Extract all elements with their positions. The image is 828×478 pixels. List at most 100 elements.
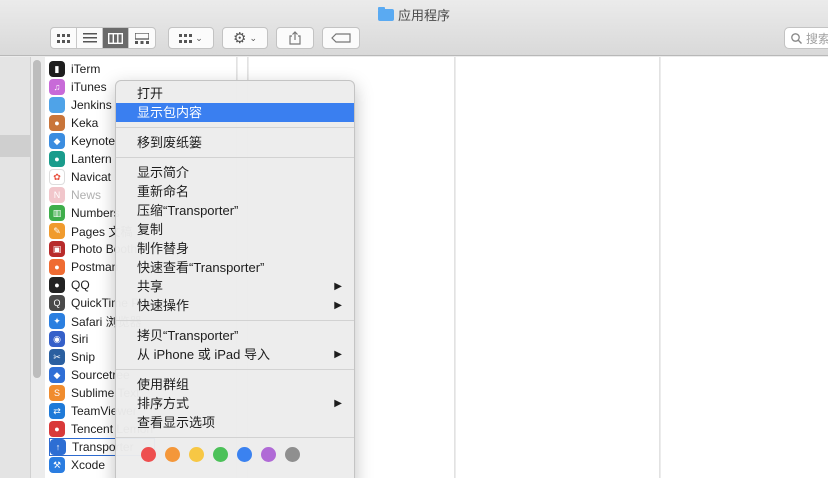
menu-item[interactable]: 重新命名 <box>116 182 354 201</box>
file-name: News <box>71 188 102 202</box>
grid-group-icon <box>179 33 193 43</box>
file-row[interactable]: Jenkins <box>49 96 112 114</box>
menu-item-label: 显示简介 <box>137 165 190 180</box>
app-icon: ◉ <box>49 331 65 347</box>
menu-item-label: 共享 <box>137 279 164 294</box>
menu-item[interactable]: 快速操作 ▶ <box>116 296 354 315</box>
menu-item[interactable]: 共享 ▶ <box>116 277 354 296</box>
tag-icon <box>331 33 351 43</box>
sidebar-selected-item[interactable] <box>0 135 30 157</box>
file-name: Siri <box>71 332 89 346</box>
menu-item-label: 排序方式 <box>137 396 190 411</box>
app-icon: ⚒ <box>49 457 65 473</box>
file-row[interactable]: ✂ Snip <box>49 348 95 366</box>
menu-item[interactable]: 移到废纸篓 <box>116 133 354 152</box>
menu-item[interactable]: 拷贝“Transporter” <box>116 326 354 345</box>
file-name: Xcode <box>71 458 106 472</box>
app-icon: S <box>49 385 65 401</box>
file-row[interactable]: ⚒ Xcode <box>49 456 105 474</box>
tag-color-dot[interactable] <box>237 446 252 462</box>
file-row[interactable]: ◉ Siri <box>49 330 88 348</box>
menu-item-label: 重新命名 <box>137 184 190 199</box>
file-row[interactable]: ▮ iTerm <box>49 60 100 78</box>
app-icon: Q <box>49 295 65 311</box>
menu-item[interactable]: 排序方式 ▶ <box>116 394 354 413</box>
sidebar <box>0 57 31 478</box>
file-row[interactable]: ● QQ <box>49 276 90 294</box>
app-icon: ♫ <box>49 79 65 95</box>
tag-color-dot[interactable] <box>165 446 180 462</box>
submenu-arrow-icon: ▶ <box>334 300 342 311</box>
app-icon: ↑ <box>50 439 66 455</box>
app-icon <box>49 97 65 113</box>
tag-button[interactable] <box>322 27 360 49</box>
submenu-arrow-icon: ▶ <box>334 349 342 360</box>
window-title: 应用程序 <box>0 5 828 24</box>
share-button[interactable] <box>276 27 314 49</box>
sidebar-scrollbar[interactable] <box>33 60 41 378</box>
list-view-button[interactable] <box>77 28 103 48</box>
menu-item[interactable]: 压缩“Transporter” <box>116 201 354 220</box>
chevron-down-icon: ⌄ <box>195 32 203 43</box>
menu-item-label: 使用群组 <box>137 377 190 392</box>
app-icon: ◆ <box>49 133 65 149</box>
gallery-view-button[interactable] <box>129 28 155 48</box>
file-name: Navicat <box>71 170 112 184</box>
file-row[interactable]: ● Lantern <box>49 150 112 168</box>
menu-item[interactable]: 查看显示选项 <box>116 413 354 432</box>
folder-icon <box>377 7 394 21</box>
menu-item-label: 快速操作 <box>137 298 190 313</box>
context-menu: 打开显示包内容移到废纸篓显示简介重新命名压缩“Transporter” 复制制作替… <box>115 80 355 478</box>
menu-item[interactable]: 快速查看“Transporter” <box>116 258 354 277</box>
tag-color-dot[interactable] <box>189 446 204 462</box>
file-row[interactable]: ✿ Navicat <box>49 168 111 186</box>
menu-item[interactable]: 从 iPhone 或 iPad 导入 ▶ <box>116 345 354 364</box>
tag-color-dot[interactable] <box>285 446 300 462</box>
submenu-arrow-icon: ▶ <box>334 398 342 409</box>
menu-item[interactable]: 制作替身 <box>116 239 354 258</box>
file-row[interactable]: ◆ Keynote <box>49 132 115 150</box>
tag-color-row <box>116 443 354 465</box>
app-icon: ▣ <box>49 241 65 257</box>
action-button[interactable]: ⚙ ⌄ <box>222 27 268 49</box>
search-icon <box>791 32 802 44</box>
menu-item-label: 显示包内容 <box>137 105 203 120</box>
file-row[interactable]: N News <box>49 186 101 204</box>
app-icon: ▥ <box>49 205 65 221</box>
tag-color-dot[interactable] <box>261 446 276 462</box>
submenu-arrow-icon: ▶ <box>334 281 342 292</box>
app-icon: ✎ <box>49 223 65 239</box>
menu-item-label: 复制 <box>137 222 164 237</box>
menu-item[interactable]: 打开 <box>116 84 354 103</box>
app-icon: ⇄ <box>49 403 65 419</box>
file-row[interactable]: ● Keka <box>49 114 98 132</box>
menu-item-label: 压缩“Transporter” <box>137 203 239 218</box>
tag-color-dot[interactable] <box>213 446 228 462</box>
column-view-button[interactable] <box>103 28 129 48</box>
group-button[interactable]: ⌄ <box>168 27 214 49</box>
menu-item-label: 快速查看“Transporter” <box>137 260 265 275</box>
file-row[interactable]: ● Postman <box>49 258 118 276</box>
tag-color-dot[interactable] <box>141 446 156 462</box>
file-name: Numbers <box>71 206 120 220</box>
file-name: iTunes <box>71 80 107 94</box>
menu-separator <box>116 127 354 128</box>
app-icon: ◆ <box>49 367 65 383</box>
menu-item[interactable]: 复制 <box>116 220 354 239</box>
file-name: Keynote <box>71 134 116 148</box>
file-row[interactable]: ♫ iTunes <box>49 78 107 96</box>
menu-item[interactable]: 使用群组 <box>116 375 354 394</box>
menu-item[interactable]: 显示简介 <box>116 163 354 182</box>
app-icon: ● <box>49 277 65 293</box>
menu-item-label: 打开 <box>137 86 164 101</box>
file-name: iTerm <box>71 62 101 76</box>
app-icon: ● <box>49 151 65 167</box>
menu-separator <box>116 320 354 321</box>
search-field[interactable]: 搜索 <box>784 27 828 49</box>
icon-view-button[interactable] <box>51 28 77 48</box>
file-name: Postman <box>71 260 119 274</box>
view-mode-switcher <box>50 27 156 49</box>
app-icon: ● <box>49 421 65 437</box>
file-row[interactable]: ▥ Numbers <box>49 204 120 222</box>
menu-item[interactable]: 显示包内容 <box>116 103 354 122</box>
